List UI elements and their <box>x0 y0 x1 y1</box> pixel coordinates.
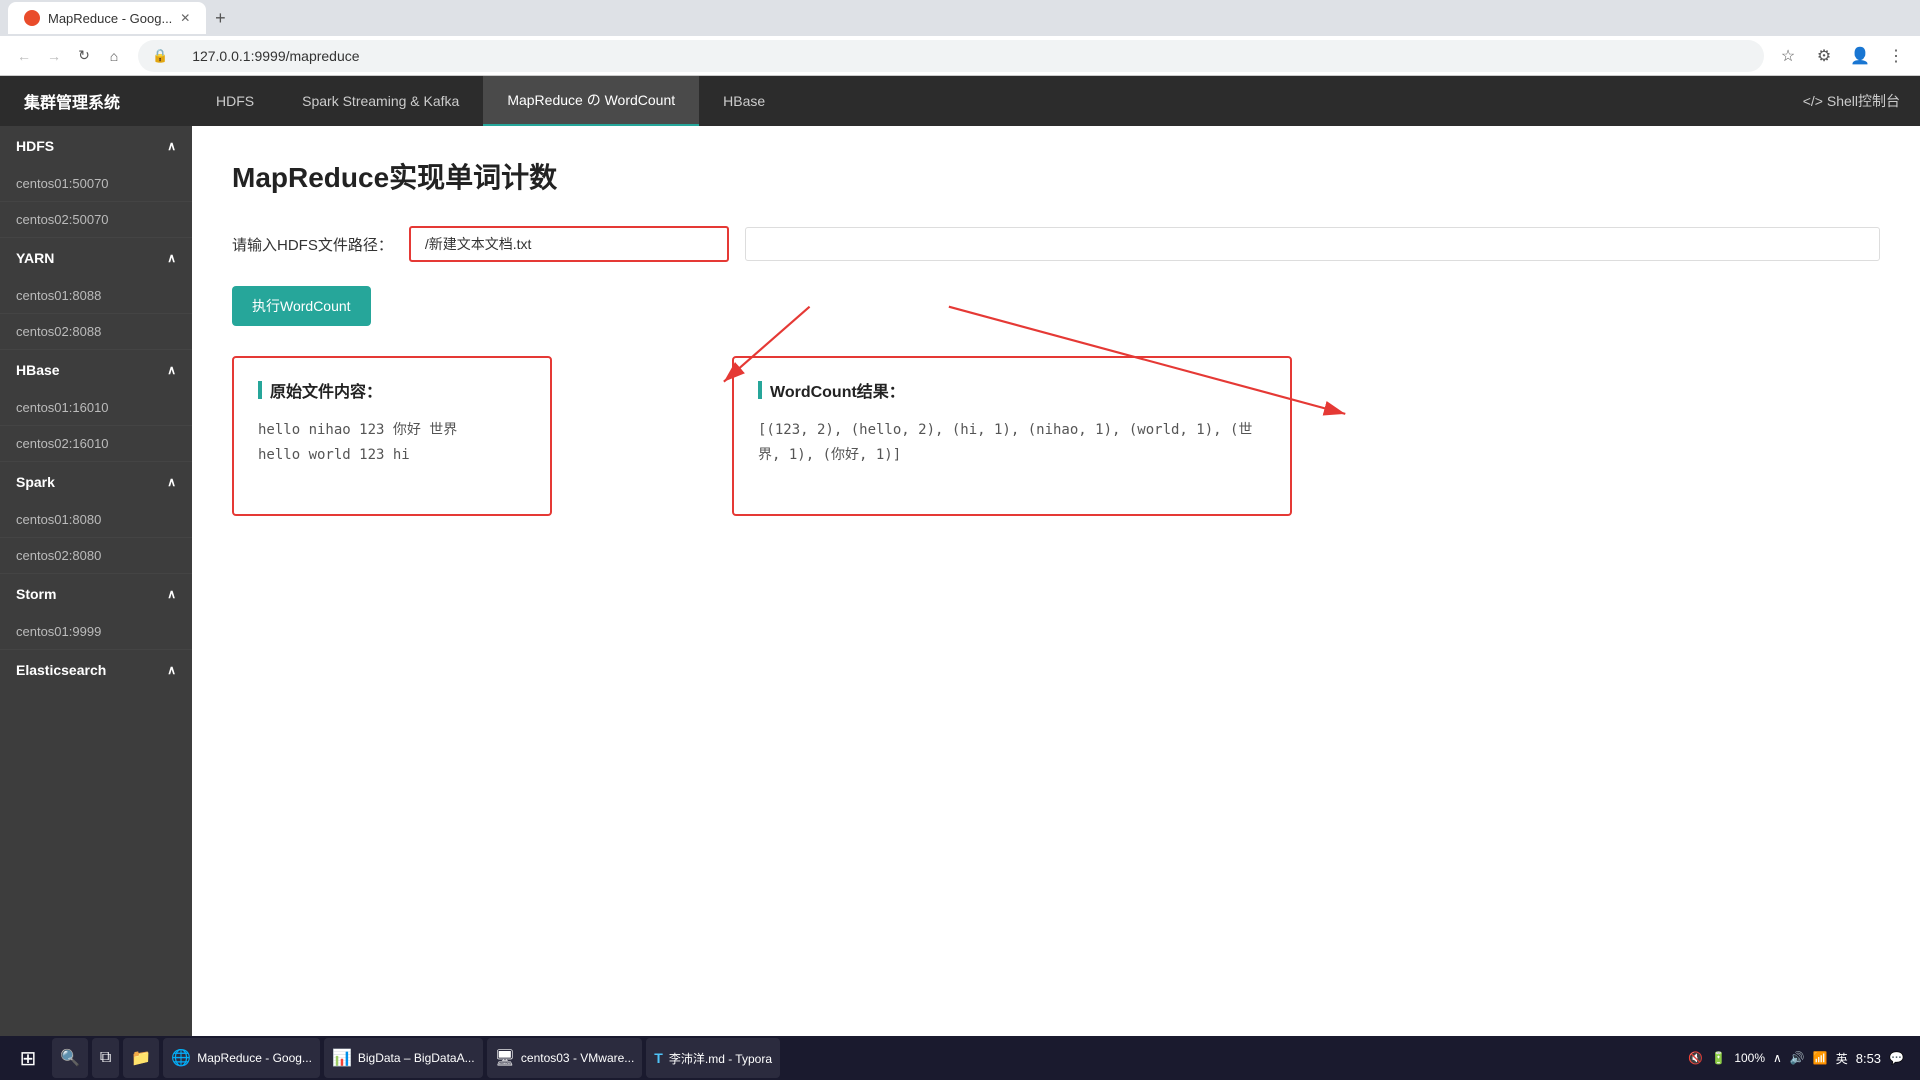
brand-logo: 集群管理系统 <box>0 76 192 126</box>
taskbar-app-mapreduce-label: MapReduce - Goog... <box>197 1051 312 1065</box>
run-wordcount-button[interactable]: 执行WordCount <box>232 286 371 326</box>
top-navigation: 集群管理系统 HDFS Spark Streaming & Kafka MapR… <box>0 76 1920 126</box>
sidebar-section-spark[interactable]: Spark ∧ <box>0 462 192 502</box>
nav-tab-spark-kafka[interactable]: Spark Streaming & Kafka <box>278 76 483 126</box>
page-title: MapReduce实现单词计数 <box>232 156 1880 196</box>
browser-toolbar-icons: ☆ ⚙ 👤 ⋮ <box>1776 44 1908 68</box>
title-bar-decoration-right <box>758 381 762 399</box>
reload-button[interactable]: ↻ <box>72 44 96 68</box>
tab-title: MapReduce - Goog... <box>48 11 172 26</box>
extensions-icon[interactable]: ⚙ <box>1812 44 1836 68</box>
nav-tabs: HDFS Spark Streaming & Kafka MapReduce の… <box>192 76 1783 126</box>
original-box-content: hello nihao 123 你好 世界 hello world 123 hi <box>258 418 526 468</box>
sidebar-item-centos02-8080[interactable]: centos02:8080 <box>0 538 192 574</box>
original-box-title: 原始文件内容： <box>258 378 526 402</box>
taskbar: ⊞ 🔍 ⧉ 📁 🌐 MapReduce - Goog... 📊 BigData … <box>0 1036 1920 1080</box>
network-icon: 🔇 <box>1688 1051 1703 1065</box>
bigdata-icon: 📊 <box>332 1048 352 1068</box>
sidebar-section-yarn[interactable]: YARN ∧ <box>0 238 192 278</box>
taskbar-app-vmware-label: centos03 - VMware... <box>521 1051 634 1065</box>
taskbar-app-typora-label: 李沛洋.md - Typora <box>669 1050 772 1067</box>
typora-icon: T <box>654 1050 663 1066</box>
tab-close-button[interactable]: ✕ <box>180 11 190 25</box>
address-bar: ← → ↻ ⌂ 🔒 ☆ ⚙ 👤 ⋮ <box>0 36 1920 76</box>
vmware-icon: 🖥 <box>495 1048 515 1068</box>
sidebar-section-hbase[interactable]: HBase ∧ <box>0 350 192 390</box>
taskbar-app-bigdata[interactable]: 📊 BigData – BigDataA... <box>324 1038 483 1078</box>
task-view-icon: ⧉ <box>100 1049 111 1067</box>
chrome-icon: 🌐 <box>171 1048 191 1068</box>
taskbar-app-mapreduce[interactable]: 🌐 MapReduce - Goog... <box>163 1038 320 1078</box>
sidebar-item-centos02-8088[interactable]: centos02:8088 <box>0 314 192 350</box>
new-tab-button[interactable]: + <box>206 4 234 32</box>
hdfs-path-input-extended[interactable] <box>745 227 1880 261</box>
search-taskbar-icon: 🔍 <box>60 1048 80 1068</box>
system-time: 8:53 <box>1856 1051 1881 1066</box>
bookmark-icon[interactable]: ☆ <box>1776 44 1800 68</box>
chevron-up-icon-storm: ∧ <box>167 587 176 601</box>
results-row: 原始文件内容： hello nihao 123 你好 世界 hello worl… <box>232 356 1880 516</box>
result-box-title: WordCount结果： <box>758 378 1266 402</box>
app-container: 集群管理系统 HDFS Spark Streaming & Kafka MapR… <box>0 76 1920 1080</box>
lock-icon: 🔒 <box>152 48 168 64</box>
speaker-icon: 🔊 <box>1790 1051 1805 1065</box>
nav-tab-mapreduce[interactable]: MapReduce の WordCount <box>483 76 699 126</box>
nav-tab-hbase[interactable]: HBase <box>699 76 789 126</box>
chevron-up-icon: ∧ <box>167 139 176 153</box>
taskbar-app-bigdata-label: BigData – BigDataA... <box>358 1051 475 1065</box>
taskbar-right-area: 🔇 🔋 100% ∧ 🔊 📶 英 8:53 💬 <box>1680 1050 1912 1067</box>
browser-chrome: MapReduce - Goog... ✕ + ← → ↻ ⌂ 🔒 ☆ ⚙ 👤 … <box>0 0 1920 76</box>
sidebar-section-hdfs[interactable]: HDFS ∧ <box>0 126 192 166</box>
notification-icon[interactable]: 💬 <box>1889 1051 1904 1065</box>
sidebar-item-centos01-50070[interactable]: centos01:50070 <box>0 166 192 202</box>
forward-button[interactable]: → <box>42 44 66 68</box>
original-content-box: 原始文件内容： hello nihao 123 你好 世界 hello worl… <box>232 356 552 516</box>
sidebar-item-centos01-8088[interactable]: centos01:8088 <box>0 278 192 314</box>
hdfs-path-input[interactable] <box>409 226 729 262</box>
search-taskbar-button[interactable]: 🔍 <box>52 1038 88 1078</box>
taskbar-app-vmware[interactable]: 🖥 centos03 - VMware... <box>487 1038 643 1078</box>
sidebar-item-centos01-9999[interactable]: centos01:9999 <box>0 614 192 650</box>
title-bar-decoration <box>258 381 262 399</box>
active-tab[interactable]: MapReduce - Goog... ✕ <box>8 2 206 34</box>
battery-label: 100% <box>1734 1051 1765 1065</box>
hdfs-input-row: 请输入HDFS文件路径： <box>232 226 1880 262</box>
sidebar-section-elasticsearch[interactable]: Elasticsearch ∧ <box>0 650 192 690</box>
sidebar-item-centos01-16010[interactable]: centos01:16010 <box>0 390 192 426</box>
windows-icon: ⊞ <box>20 1046 37 1071</box>
sidebar: HDFS ∧ centos01:50070 centos02:50070 YAR… <box>0 126 192 1080</box>
sidebar-item-centos02-16010[interactable]: centos02:16010 <box>0 426 192 462</box>
chevron-up-icon-yarn: ∧ <box>167 251 176 265</box>
file-explorer-icon: 📁 <box>131 1048 151 1068</box>
wifi-icon: 📶 <box>1813 1051 1828 1065</box>
url-input[interactable] <box>176 40 1750 72</box>
result-box-content: [(123, 2), (hello, 2), (hi, 1), (nihao, … <box>758 418 1266 468</box>
nav-buttons: ← → ↻ ⌂ <box>12 44 126 68</box>
menu-icon[interactable]: ⋮ <box>1884 44 1908 68</box>
file-explorer-button[interactable]: 📁 <box>123 1038 159 1078</box>
home-button[interactable]: ⌂ <box>102 44 126 68</box>
taskbar-app-typora[interactable]: T 李沛洋.md - Typora <box>646 1038 780 1078</box>
chevron-up-icon-spark: ∧ <box>167 475 176 489</box>
battery-icon: 🔋 <box>1711 1051 1726 1065</box>
hdfs-path-label: 请输入HDFS文件路径： <box>232 234 393 255</box>
chevron-up-icon-hbase: ∧ <box>167 363 176 377</box>
tab-favicon <box>24 10 40 26</box>
account-icon[interactable]: 👤 <box>1848 44 1872 68</box>
sidebar-section-storm[interactable]: Storm ∧ <box>0 574 192 614</box>
nav-tab-hdfs[interactable]: HDFS <box>192 76 278 126</box>
back-button[interactable]: ← <box>12 44 36 68</box>
content-area: MapReduce实现单词计数 请输入HDFS文件路径： 执行WordCount <box>192 126 1920 1080</box>
start-button[interactable]: ⊞ <box>8 1038 48 1078</box>
task-view-button[interactable]: ⧉ <box>92 1038 119 1078</box>
chevron-up-icon-es: ∧ <box>167 663 176 677</box>
wordcount-result-box: WordCount结果： [(123, 2), (hello, 2), (hi,… <box>732 356 1292 516</box>
tab-bar: MapReduce - Goog... ✕ + <box>0 0 1920 36</box>
up-arrow-icon: ∧ <box>1773 1051 1782 1065</box>
sidebar-item-centos01-8080[interactable]: centos01:8080 <box>0 502 192 538</box>
main-area: HDFS ∧ centos01:50070 centos02:50070 YAR… <box>0 126 1920 1080</box>
sidebar-item-centos02-50070[interactable]: centos02:50070 <box>0 202 192 238</box>
language-indicator: 英 <box>1836 1050 1848 1067</box>
shell-control-button[interactable]: </> Shell控制台 <box>1783 91 1920 111</box>
